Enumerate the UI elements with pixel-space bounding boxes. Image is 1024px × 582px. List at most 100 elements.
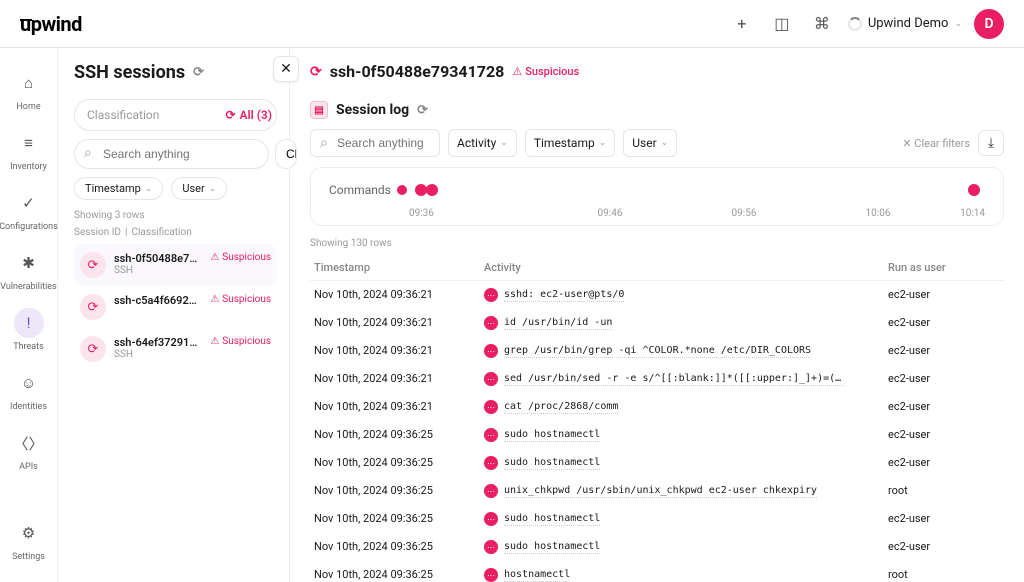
nav-item-configurations[interactable]: ✓Configurations bbox=[0, 180, 58, 240]
plus-icon[interactable]: + bbox=[728, 10, 756, 38]
log-command: hostnamectl bbox=[504, 569, 570, 582]
close-panel-button[interactable]: ✕ bbox=[273, 56, 299, 82]
avatar[interactable]: D bbox=[974, 9, 1004, 39]
timeline-dot[interactable] bbox=[426, 184, 438, 196]
log-row[interactable]: Nov 10th, 2024 09:36:25⋯sudo hostnamectl… bbox=[310, 421, 1004, 449]
detail-header: ⟳ ssh-0f50488e79341728 Suspicious bbox=[310, 62, 1004, 81]
activity-icon: ⋯ bbox=[484, 316, 498, 330]
sessions-search-wrap bbox=[74, 139, 269, 169]
col-timestamp[interactable]: Timestamp bbox=[310, 255, 480, 281]
log-row[interactable]: Nov 10th, 2024 09:36:25⋯hostnamectlroot bbox=[310, 561, 1004, 582]
chip-user[interactable]: User⌄ bbox=[171, 177, 227, 200]
nav-item-threats[interactable]: !Threats bbox=[0, 300, 58, 360]
refresh-icon[interactable]: ⟳ bbox=[417, 103, 428, 118]
log-row[interactable]: Nov 10th, 2024 09:36:21⋯cat /proc/2868/c… bbox=[310, 393, 1004, 421]
download-icon[interactable]: ⤓ bbox=[978, 130, 1004, 156]
log-ts: Nov 10th, 2024 09:36:25 bbox=[310, 449, 480, 477]
activity-icon: ⋯ bbox=[484, 400, 498, 414]
session-id: ssh-c5a4f6692e4e9079 bbox=[114, 294, 202, 307]
nav-item-vulnerabilities[interactable]: ✱Vulnerabilities bbox=[0, 240, 58, 300]
settings-icon: ⚙ bbox=[14, 518, 44, 548]
filter-activity[interactable]: Activity⌄ bbox=[448, 129, 517, 157]
refresh-icon[interactable]: ⟳ bbox=[193, 65, 204, 80]
panel-icon[interactable]: ◫ bbox=[768, 10, 796, 38]
running-man-icon[interactable]: ⌘ bbox=[808, 10, 836, 38]
timeline-track[interactable] bbox=[409, 182, 985, 198]
log-row[interactable]: Nov 10th, 2024 09:36:21⋯id /usr/bin/id -… bbox=[310, 309, 1004, 337]
col-user[interactable]: Run as user bbox=[884, 255, 1004, 281]
sessions-panel: ✕ SSH sessions ⟳ Classification ⟳ All (3… bbox=[58, 48, 290, 582]
activity-icon: ⋯ bbox=[484, 456, 498, 470]
log-command: cat /proc/2868/comm bbox=[504, 401, 618, 414]
clear-filters[interactable]: ✕ Clear filters bbox=[902, 137, 970, 150]
log-command: sudo hostnamectl bbox=[504, 513, 600, 526]
log-user: ec2-user bbox=[884, 505, 1004, 533]
classification-filter[interactable]: Classification ⟳ All (3) bbox=[74, 99, 277, 131]
org-switcher[interactable]: Upwind Demo ⌄ bbox=[848, 16, 962, 31]
log-row[interactable]: Nov 10th, 2024 09:36:21⋯sshd: ec2-user@p… bbox=[310, 281, 1004, 310]
activity-icon: ⋯ bbox=[484, 512, 498, 526]
timeline-tick: 09:36 bbox=[409, 208, 543, 219]
nav-label: Vulnerabilities bbox=[0, 282, 56, 292]
timeline-dot[interactable] bbox=[415, 184, 427, 196]
log-row[interactable]: Nov 10th, 2024 09:36:21⋯sed /usr/bin/sed… bbox=[310, 365, 1004, 393]
session-icon: ⟳ bbox=[80, 336, 106, 362]
nav-item-inventory[interactable]: ≡Inventory bbox=[0, 120, 58, 180]
session-icon: ⟳ bbox=[80, 252, 106, 278]
chevron-down-icon: ⌄ bbox=[209, 184, 217, 194]
chevron-down-icon: ⌄ bbox=[145, 184, 153, 194]
filter-user[interactable]: User⌄ bbox=[623, 129, 677, 157]
log-filter-bar: Activity⌄ Timestamp⌄ User⌄ ✕ Clear filte… bbox=[310, 129, 1004, 157]
nav-settings[interactable]: ⚙ Settings bbox=[0, 510, 57, 570]
log-row[interactable]: Nov 10th, 2024 09:36:25⋯sudo hostnamectl… bbox=[310, 505, 1004, 533]
nav-label: Settings bbox=[12, 552, 45, 562]
timeline-axis: 09:3609:4609:5610:0610:14 bbox=[329, 208, 985, 219]
org-name: Upwind Demo bbox=[868, 16, 949, 31]
log-ts: Nov 10th, 2024 09:36:21 bbox=[310, 337, 480, 365]
log-icon: ▤ bbox=[310, 101, 328, 119]
log-command: sshd: ec2-user@pts/0 bbox=[504, 289, 624, 302]
log-user: ec2-user bbox=[884, 449, 1004, 477]
log-ts: Nov 10th, 2024 09:36:25 bbox=[310, 533, 480, 561]
log-user: ec2-user bbox=[884, 309, 1004, 337]
log-user: root bbox=[884, 561, 1004, 582]
nav-label: Configurations bbox=[0, 222, 58, 232]
detail-title: ssh-0f50488e79341728 bbox=[330, 62, 505, 81]
session-icon: ⟳ bbox=[80, 294, 106, 320]
identities-icon: ☺ bbox=[14, 368, 44, 398]
log-ts: Nov 10th, 2024 09:36:21 bbox=[310, 365, 480, 393]
log-row[interactable]: Nov 10th, 2024 09:36:25⋯unix_chkpwd /usr… bbox=[310, 477, 1004, 505]
filter-timestamp[interactable]: Timestamp⌄ bbox=[525, 129, 615, 157]
session-item[interactable]: ⟳ssh-0f50488e79341728SSHSuspicious bbox=[74, 244, 277, 286]
log-ts: Nov 10th, 2024 09:36:25 bbox=[310, 421, 480, 449]
log-row[interactable]: Nov 10th, 2024 09:36:25⋯sudo hostnamectl… bbox=[310, 533, 1004, 561]
col-activity[interactable]: Activity bbox=[480, 255, 884, 281]
log-search-input[interactable] bbox=[310, 129, 440, 157]
classification-all[interactable]: ⟳ All (3) bbox=[225, 108, 272, 122]
log-row[interactable]: Nov 10th, 2024 09:36:25⋯sudo hostnamectl… bbox=[310, 449, 1004, 477]
log-row-count: Showing 130 rows bbox=[310, 238, 1004, 249]
activity-icon: ⋯ bbox=[484, 568, 498, 582]
nav-item-home[interactable]: ⌂Home bbox=[0, 60, 58, 120]
cloud-account-button[interactable]: Cloud account bbox=[275, 139, 297, 169]
nav-label: Home bbox=[16, 102, 40, 112]
target-icon: ⟳ bbox=[225, 108, 235, 122]
nav-label: Identities bbox=[10, 402, 47, 412]
nav-item-apis[interactable]: 〈〉APIs bbox=[0, 420, 58, 480]
timeline-tick: 10:06 bbox=[811, 208, 945, 219]
sessions-search-input[interactable] bbox=[74, 139, 269, 169]
activity-icon: ⋯ bbox=[484, 344, 498, 358]
session-item[interactable]: ⟳ssh-c5a4f6692e4e9079Suspicious bbox=[74, 286, 277, 328]
timeline-dot[interactable] bbox=[968, 184, 980, 196]
chip-timestamp[interactable]: Timestamp⌄ bbox=[74, 177, 163, 200]
log-command: sudo hostnamectl bbox=[504, 541, 600, 554]
sessions-list: ⟳ssh-0f50488e79341728SSHSuspicious⟳ssh-c… bbox=[74, 244, 277, 370]
log-row[interactable]: Nov 10th, 2024 09:36:21 ⋯ grep /usr/bin/gr… bbox=[310, 337, 1004, 365]
session-item[interactable]: ⟳ssh-64ef37291acac375SSHSuspicious bbox=[74, 328, 277, 370]
log-command: grep /usr/bin/grep -qi ^COLOR.*none /etc… bbox=[504, 345, 811, 358]
topbar-right: + ◫ ⌘ Upwind Demo ⌄ D bbox=[728, 9, 1004, 39]
session-icon: ⟳ bbox=[310, 64, 322, 80]
nav-item-identities[interactable]: ☺ Identities bbox=[0, 360, 58, 420]
topbar: upwind + ◫ ⌘ Upwind Demo ⌄ D bbox=[0, 0, 1024, 48]
log-ts: Nov 10th, 2024 09:36:21 bbox=[310, 281, 480, 310]
